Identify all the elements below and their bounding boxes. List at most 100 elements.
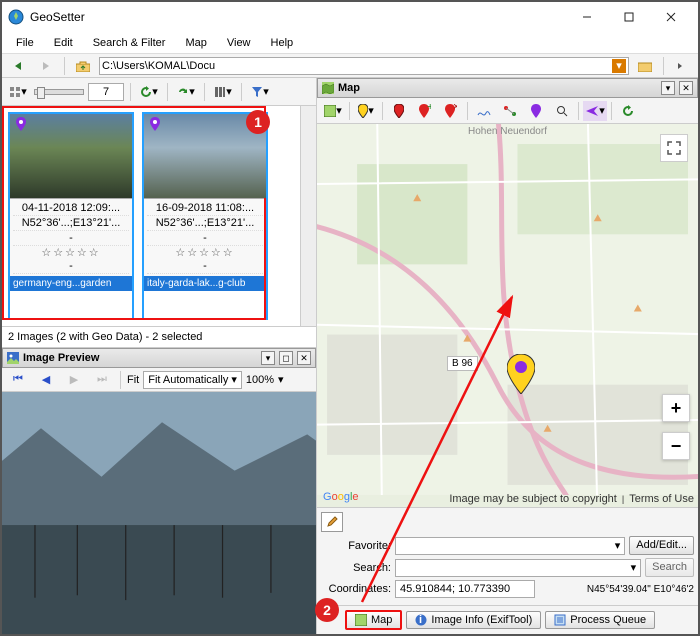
window-title: GeoSetter bbox=[30, 10, 566, 24]
panel-menu-icon[interactable]: ▾ bbox=[661, 81, 675, 95]
filter-button[interactable]: ▾ bbox=[248, 82, 272, 102]
menu-bar: File Edit Search & Filter Map View Help bbox=[2, 32, 698, 54]
close-button[interactable] bbox=[650, 3, 692, 31]
menu-edit[interactable]: Edit bbox=[46, 35, 81, 51]
menu-help[interactable]: Help bbox=[263, 35, 302, 51]
search-label: Search: bbox=[321, 562, 391, 574]
back-button[interactable] bbox=[6, 56, 30, 76]
path-input[interactable]: C:\Users\KOMAL\Docu ▾ bbox=[99, 57, 629, 75]
map-icon bbox=[322, 82, 334, 94]
map-view[interactable]: Hohen Neuendorf B 96 + − Google Image ma… bbox=[317, 124, 698, 507]
fit-label: Fit bbox=[127, 374, 139, 386]
map-layers-button[interactable]: ▾ bbox=[321, 101, 345, 121]
prev-button[interactable]: ◀ bbox=[34, 370, 58, 390]
zoom-in-button[interactable]: + bbox=[662, 394, 690, 422]
annotation-two: 2 bbox=[315, 598, 339, 622]
annotation-one: 1 bbox=[246, 110, 270, 134]
coordinates-dms: N45°54'39.04" E10°46'2 bbox=[539, 584, 694, 595]
fit-mode-select[interactable]: Fit Automatically ▾ bbox=[143, 371, 242, 389]
coordinates-label: Coordinates: bbox=[321, 583, 391, 595]
menu-view[interactable]: View bbox=[219, 35, 259, 51]
map-refresh-icon[interactable] bbox=[616, 101, 640, 121]
addedit-button[interactable]: Add/Edit... bbox=[629, 536, 694, 555]
menu-search[interactable]: Search & Filter bbox=[85, 35, 174, 51]
maximize-button[interactable] bbox=[608, 3, 650, 31]
map-footer: Image may be subject to copyright | Term… bbox=[449, 493, 694, 505]
tab-map[interactable]: Map bbox=[345, 610, 402, 630]
thumbnail-toolbar: ▾ 7 ▾ ▾ ▾ ▾ bbox=[2, 78, 316, 106]
search-input[interactable]: ▾ bbox=[395, 559, 641, 577]
fullscreen-button[interactable] bbox=[660, 134, 688, 162]
overflow-button[interactable] bbox=[670, 56, 694, 76]
bottom-tab-bar: 2 Map i Image Info (ExifTool) Process Qu… bbox=[317, 605, 698, 634]
thumbnail-item[interactable]: 04-11-2018 12:09:... N52°36'...;E13°21'.… bbox=[8, 112, 134, 320]
minimize-button[interactable] bbox=[566, 3, 608, 31]
left-pane: ▾ 7 ▾ ▾ ▾ ▾ 1 04-11-2018 12:09:... N52°3… bbox=[2, 78, 317, 634]
first-button[interactable]: ⏮ bbox=[6, 370, 30, 390]
info-icon: i bbox=[415, 614, 427, 626]
panel-restore-icon[interactable]: ◻ bbox=[279, 351, 293, 365]
geo-pin-icon bbox=[16, 117, 26, 131]
zoom-level: 100% bbox=[246, 374, 274, 386]
marker-add-icon[interactable]: + bbox=[413, 101, 437, 121]
status-bar: 2 Images (2 with Geo Data) - 2 selected bbox=[2, 326, 316, 348]
thumb-size-value[interactable]: 7 bbox=[88, 83, 124, 101]
tab-image-info[interactable]: i Image Info (ExifTool) bbox=[406, 611, 541, 629]
next-button[interactable]: ▶ bbox=[62, 370, 86, 390]
zoom-out-button[interactable]: − bbox=[662, 432, 690, 460]
menu-map[interactable]: Map bbox=[177, 35, 214, 51]
edit-location-button[interactable] bbox=[321, 512, 343, 532]
map-icon bbox=[355, 614, 367, 626]
marker-remove-icon[interactable]: × bbox=[439, 101, 463, 121]
track-icon[interactable] bbox=[472, 101, 496, 121]
app-logo bbox=[8, 9, 24, 25]
map-panel-header[interactable]: Map ▾ ✕ bbox=[317, 78, 698, 98]
map-toolbar: ▾ ▾ + × ▾ bbox=[317, 98, 698, 124]
coordinates-input[interactable]: 45.910844; 10.773390 bbox=[395, 580, 535, 598]
geo-pin-icon bbox=[150, 117, 160, 131]
right-pane: Map ▾ ✕ ▾ ▾ + × ▾ bbox=[317, 78, 698, 634]
panel-close-icon[interactable]: ✕ bbox=[297, 351, 311, 365]
favorite-label: Favorite: bbox=[321, 540, 391, 552]
main-toolbar: C:\Users\KOMAL\Docu ▾ bbox=[2, 54, 698, 78]
thumbnail-pane[interactable]: 1 04-11-2018 12:09:... N52°36'...;E13°21… bbox=[2, 106, 300, 326]
terms-link[interactable]: Terms of Use bbox=[629, 493, 694, 505]
preview-image[interactable] bbox=[2, 392, 316, 634]
map-marker-icon[interactable] bbox=[507, 354, 535, 394]
thumbnail-item[interactable]: 16-09-2018 11:08:... N52°36'...;E13°21'.… bbox=[142, 112, 268, 320]
last-button[interactable]: ⏭ bbox=[90, 370, 114, 390]
thumb-size-slider[interactable] bbox=[34, 89, 84, 95]
svg-text:+: + bbox=[427, 104, 431, 113]
preview-toolbar: ⏮ ◀ ▶ ⏭ Fit Fit Automatically ▾ 100%▾ bbox=[2, 368, 316, 392]
up-button[interactable] bbox=[71, 56, 95, 76]
marker-red-icon[interactable] bbox=[387, 101, 411, 121]
google-logo: Google bbox=[323, 487, 359, 503]
tab-process-queue[interactable]: Process Queue bbox=[545, 611, 655, 629]
favorite-select[interactable]: ▾ bbox=[395, 537, 625, 555]
marker-yellow-icon[interactable]: ▾ bbox=[354, 101, 378, 121]
road-label: B 96 bbox=[447, 356, 478, 371]
search-map-icon[interactable] bbox=[550, 101, 574, 121]
search-button[interactable]: Search bbox=[645, 558, 694, 577]
title-bar: GeoSetter bbox=[2, 2, 698, 32]
queue-icon bbox=[554, 614, 566, 626]
panel-menu-icon[interactable]: ▾ bbox=[261, 351, 275, 365]
waypoints-icon[interactable] bbox=[498, 101, 522, 121]
forward-button[interactable] bbox=[34, 56, 58, 76]
folder-open-button[interactable] bbox=[633, 56, 657, 76]
path-dropdown-icon[interactable]: ▾ bbox=[612, 59, 626, 73]
map-controls: Favorite: ▾ Add/Edit... Search: ▾ Search… bbox=[317, 507, 698, 605]
svg-text:i: i bbox=[419, 614, 422, 626]
svg-text:×: × bbox=[453, 104, 457, 113]
columns-button[interactable]: ▾ bbox=[211, 82, 235, 102]
direction-icon[interactable]: ▾ bbox=[583, 101, 607, 121]
marker-purple-icon[interactable] bbox=[524, 101, 548, 121]
refresh-folder-button[interactable]: ▾ bbox=[137, 82, 161, 102]
reload-button[interactable]: ▾ bbox=[174, 82, 198, 102]
preview-panel-header[interactable]: Image Preview ▾ ◻ ✕ bbox=[2, 348, 316, 368]
panel-close-icon[interactable]: ✕ bbox=[679, 81, 693, 95]
view-mode-button[interactable]: ▾ bbox=[6, 82, 30, 102]
image-icon bbox=[7, 352, 19, 364]
thumb-scrollbar[interactable] bbox=[300, 106, 316, 326]
menu-file[interactable]: File bbox=[8, 35, 42, 51]
